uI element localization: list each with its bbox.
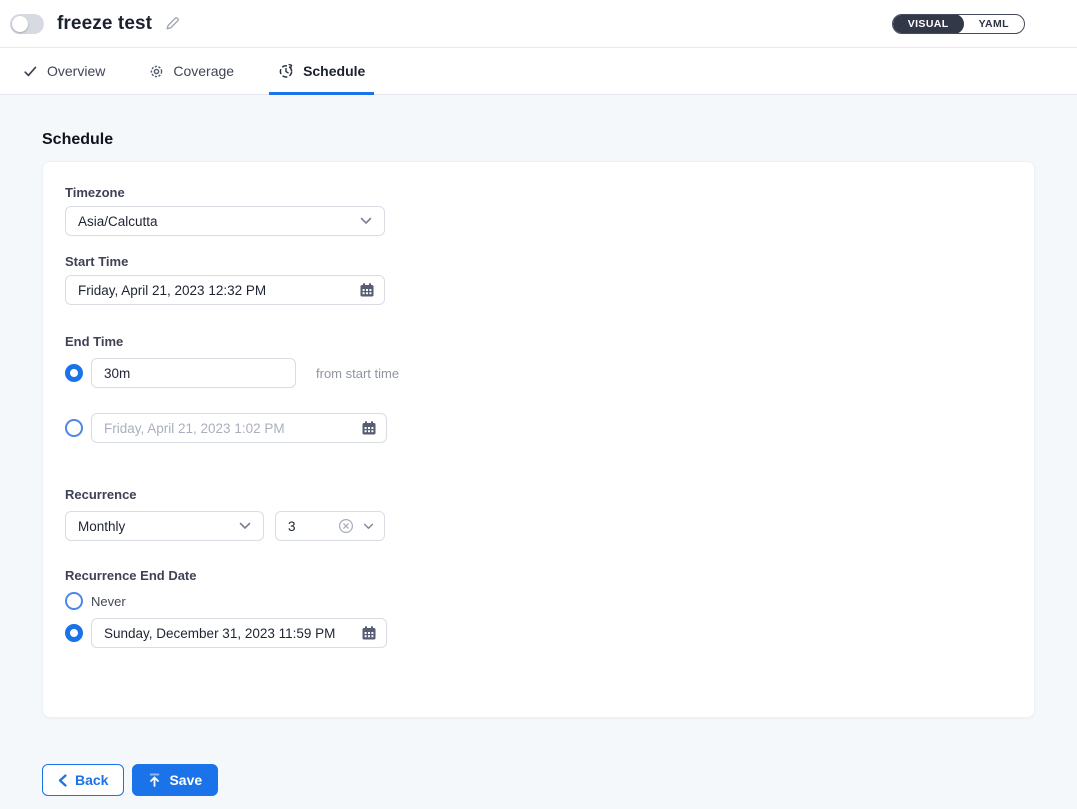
recurrence-end-field bbox=[91, 618, 387, 648]
tab-bar: Overview Coverage Schedule bbox=[0, 48, 1077, 95]
timezone-select[interactable]: Asia/Calcutta bbox=[65, 206, 385, 236]
recurrence-count-value: 3 bbox=[288, 519, 338, 534]
edit-title-icon[interactable] bbox=[164, 15, 181, 32]
chevron-down-icon bbox=[363, 523, 374, 530]
footer-actions: Back Save bbox=[42, 764, 1035, 796]
tab-label: Schedule bbox=[303, 63, 365, 79]
chevron-down-icon bbox=[360, 217, 372, 225]
duration-hint: from start time bbox=[316, 366, 399, 381]
duration-radio-selected[interactable] bbox=[65, 364, 83, 382]
toggle-knob bbox=[12, 16, 28, 32]
start-time-input[interactable] bbox=[65, 275, 385, 305]
recurrence-end-date-label: Recurrence End Date bbox=[65, 568, 1012, 583]
save-button[interactable]: Save bbox=[132, 764, 218, 796]
chevron-left-icon bbox=[58, 774, 67, 787]
clock-refresh-icon bbox=[278, 63, 294, 79]
recurrence-frequency-select[interactable]: Monthly bbox=[65, 511, 264, 541]
schedule-form-card: Timezone Asia/Calcutta Start Time End Ti bbox=[42, 161, 1035, 718]
gear-icon bbox=[149, 64, 164, 79]
calendar-icon[interactable] bbox=[361, 625, 377, 641]
view-mode-switch: VISUAL YAML bbox=[892, 14, 1025, 34]
schedule-panel: Schedule Timezone Asia/Calcutta Start Ti… bbox=[0, 95, 1077, 809]
end-time-field bbox=[91, 413, 387, 443]
calendar-icon[interactable] bbox=[361, 420, 377, 436]
recurrence-never-option: Never bbox=[65, 592, 1012, 610]
freeze-enabled-toggle[interactable] bbox=[10, 14, 44, 34]
end-time-datetime-option bbox=[65, 413, 1012, 443]
yaml-mode-button[interactable]: YAML bbox=[964, 14, 1024, 34]
datetime-radio-unselected[interactable] bbox=[65, 419, 83, 437]
tab-overview[interactable]: Overview bbox=[14, 48, 114, 94]
tab-coverage[interactable]: Coverage bbox=[140, 48, 243, 94]
start-time-label: Start Time bbox=[65, 254, 1012, 269]
back-button[interactable]: Back bbox=[42, 764, 124, 796]
never-label: Never bbox=[91, 594, 126, 609]
top-bar: freeze test VISUAL YAML bbox=[0, 0, 1077, 48]
recurrence-frequency-value: Monthly bbox=[78, 519, 125, 534]
recurrence-end-datetime-option bbox=[65, 618, 1012, 648]
save-button-label: Save bbox=[169, 772, 202, 788]
upload-arrow-icon bbox=[148, 773, 161, 787]
timezone-value: Asia/Calcutta bbox=[78, 214, 158, 229]
end-date-radio-selected[interactable] bbox=[65, 624, 83, 642]
never-radio-unselected[interactable] bbox=[65, 592, 83, 610]
check-icon bbox=[23, 64, 38, 79]
recurrence-label: Recurrence bbox=[65, 487, 1012, 502]
end-time-duration-option: from start time bbox=[65, 358, 1012, 388]
recurrence-row: Monthly 3 bbox=[65, 511, 1012, 541]
start-time-field bbox=[65, 275, 385, 305]
end-time-label: End Time bbox=[65, 334, 1012, 349]
back-button-label: Back bbox=[75, 772, 108, 788]
page-title: freeze test bbox=[57, 13, 152, 35]
clear-circle-x-icon[interactable] bbox=[338, 518, 354, 534]
visual-mode-button[interactable]: VISUAL bbox=[893, 14, 964, 34]
timezone-label: Timezone bbox=[65, 185, 1012, 200]
calendar-icon[interactable] bbox=[359, 282, 375, 298]
chevron-down-icon bbox=[239, 522, 251, 530]
tab-label: Overview bbox=[47, 63, 105, 79]
recurrence-count-select[interactable]: 3 bbox=[275, 511, 385, 541]
tab-schedule[interactable]: Schedule bbox=[269, 48, 374, 94]
recurrence-end-input[interactable] bbox=[91, 618, 387, 648]
end-time-input[interactable] bbox=[91, 413, 387, 443]
duration-input[interactable] bbox=[91, 358, 296, 388]
freeze-editor-page: freeze test VISUAL YAML Overview Coverag… bbox=[0, 0, 1077, 809]
section-heading: Schedule bbox=[42, 95, 1035, 149]
tab-label: Coverage bbox=[173, 63, 234, 79]
